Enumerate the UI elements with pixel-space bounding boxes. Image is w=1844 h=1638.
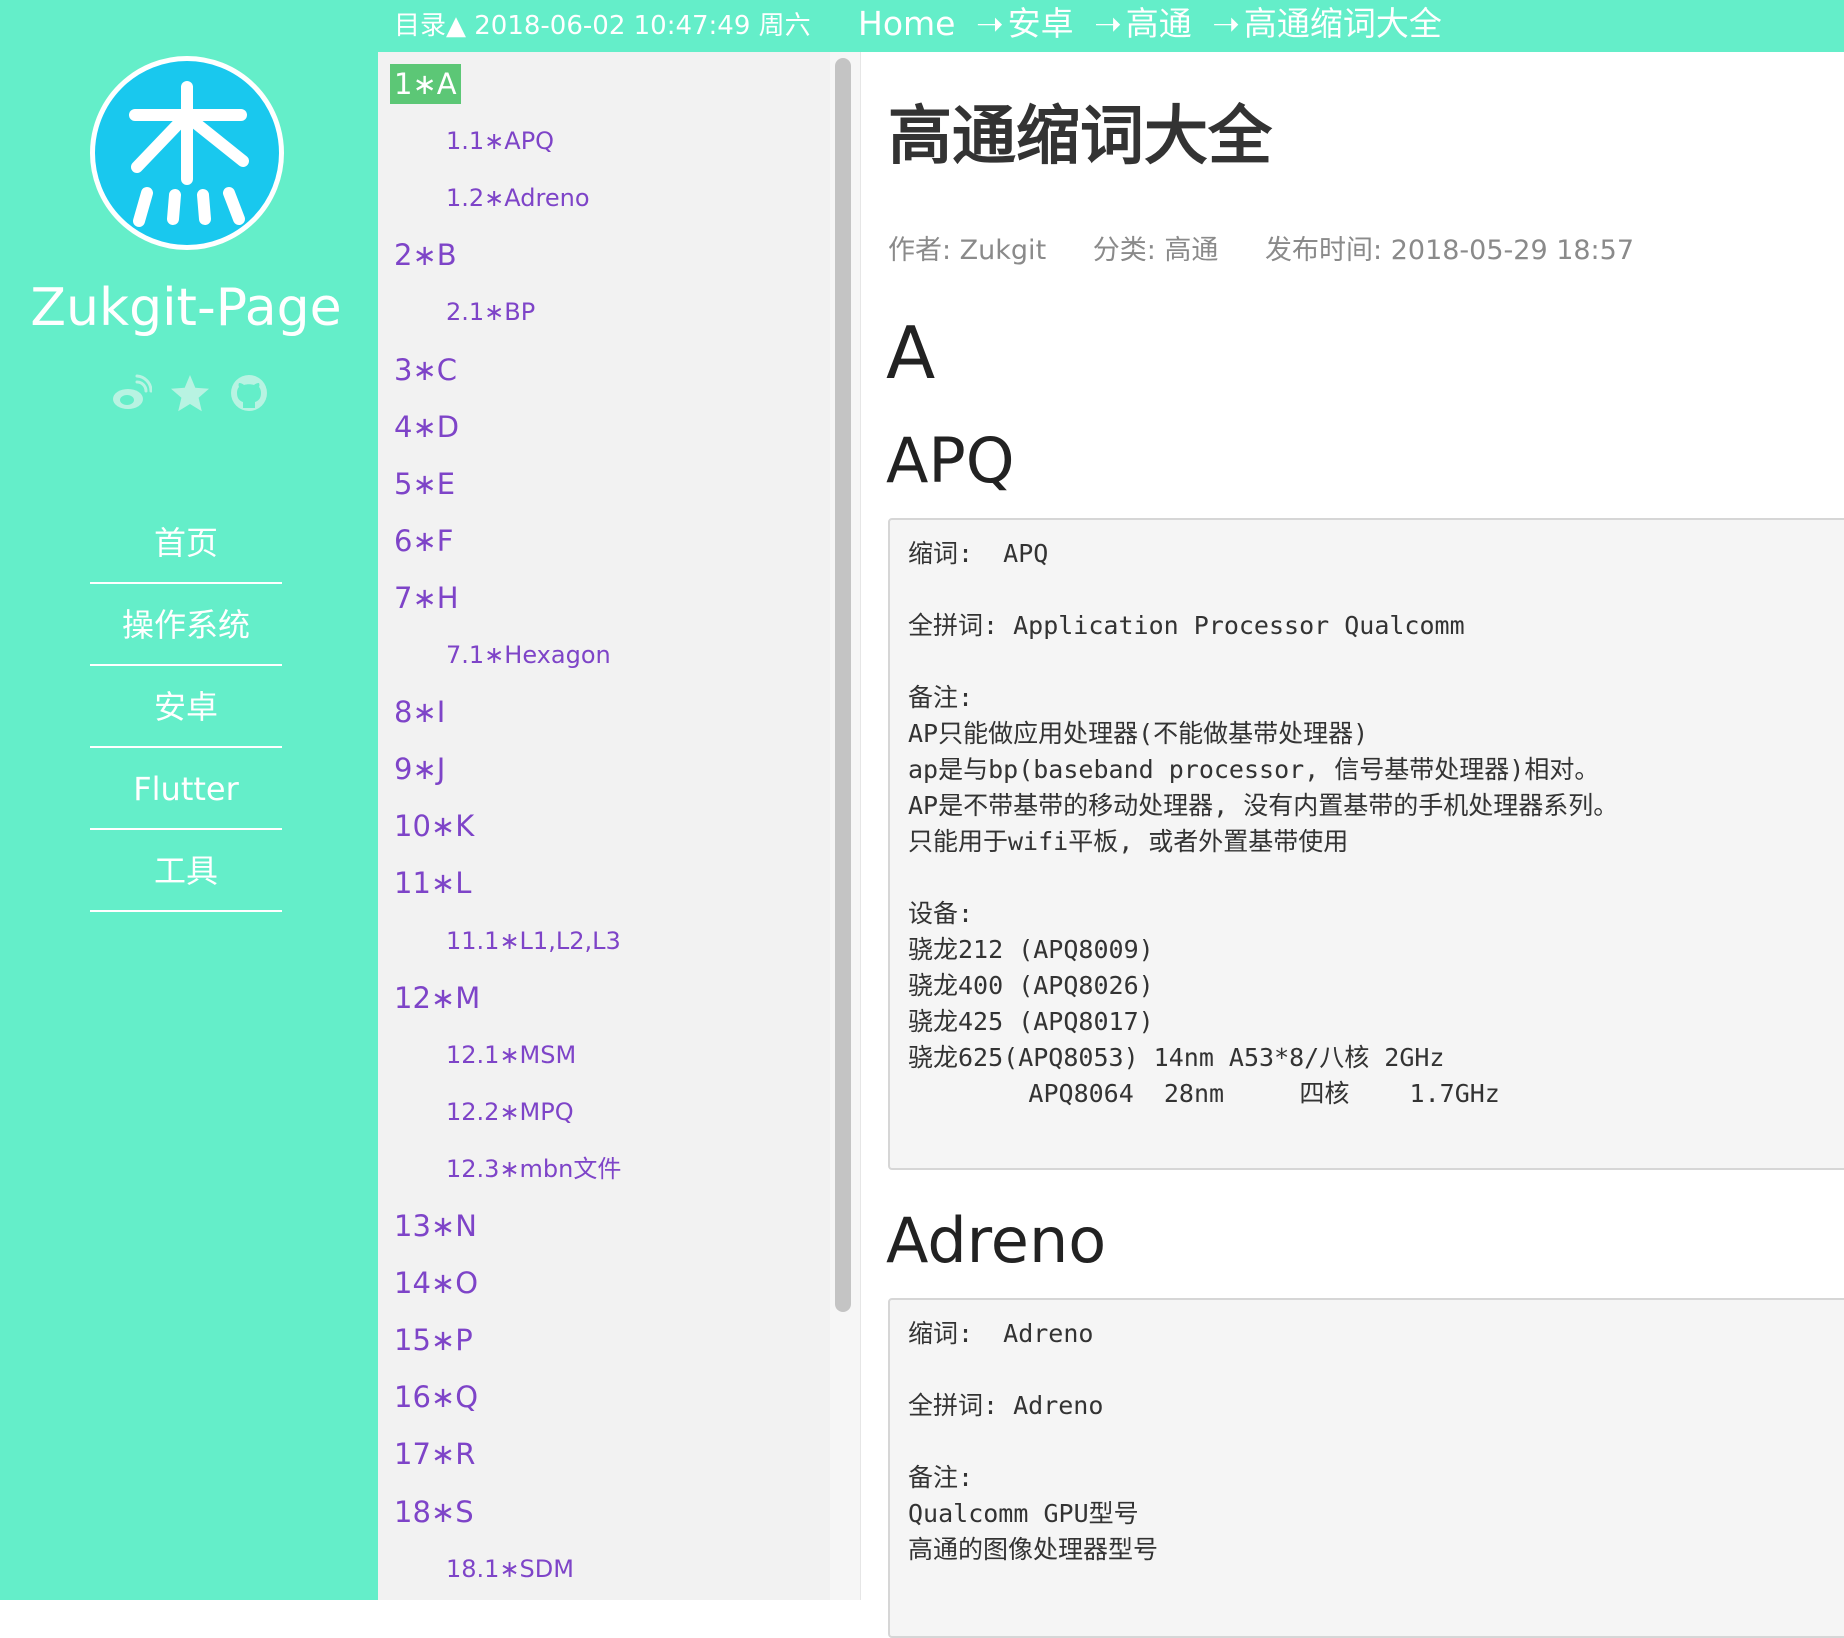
code-block-apq: 缩词: APQ 全拼词: Application Processor Qualco… [888, 518, 1844, 1170]
toc-subsection-link[interactable]: 18.1∗SDM [446, 1553, 574, 1585]
code-line: APQ8064 28nm 四核 1.7GHz [908, 1079, 1500, 1108]
subsection-heading-adreno: Adreno [886, 1204, 1107, 1277]
code-line: AP只能做应用处理器(不能做基带处理器) [908, 719, 1369, 748]
code-line: 缩词: Adreno [908, 1319, 1094, 1348]
breadcrumb: Home ➝ 安卓 ➝ 高通 ➝ 高通缩词大全 [858, 4, 1442, 44]
toc-subsection-link[interactable]: 1.1∗APQ [446, 125, 554, 157]
toc-subsection-link[interactable]: 2.1∗BP [446, 296, 535, 328]
code-line: 缩词: APQ [908, 539, 1049, 568]
code-line: 全拼词: Adreno [908, 1391, 1104, 1420]
toc-section-link[interactable]: 12∗M [390, 978, 484, 1018]
code-line: AP是不带基带的移动处理器, 没有内置基带的手机处理器系列。 [908, 791, 1619, 820]
toc-section-link[interactable]: 2∗B [390, 235, 461, 275]
toc-section-link[interactable]: 1∗A [390, 64, 461, 104]
toc-section-link[interactable]: 10∗K [390, 806, 478, 846]
code-line: 全拼词: Application Processor Qualcomm [908, 611, 1465, 640]
code-block-adreno: 缩词: Adreno 全拼词: Adreno 备注: Qualcomm GPU型号 高通… [888, 1298, 1844, 1638]
toc-section-link[interactable]: 9∗J [390, 749, 449, 789]
toc-section-link[interactable]: 17∗R [390, 1434, 479, 1474]
breadcrumb-separator-icon: ➝ [1212, 4, 1240, 43]
toc-subsection-link[interactable]: 12.3∗mbn文件 [446, 1153, 621, 1185]
code-line: 备注: [908, 1463, 974, 1492]
nav-tools[interactable]: 工具 [90, 830, 282, 912]
toc-section-link[interactable]: 16∗Q [390, 1377, 482, 1417]
toc-subsection-link[interactable]: 11.1∗L1,L2,L3 [446, 925, 621, 957]
toc-section-link[interactable]: 4∗D [390, 407, 463, 447]
main-nav: 首页 操作系统 安卓 Flutter 工具 [90, 502, 282, 912]
code-line: 备注: [908, 683, 974, 712]
breadcrumb-android[interactable]: 安卓 [1008, 4, 1074, 44]
sidebar: Zukgit-Page 首页 操作系统 安卓 Flutter 工具 [0, 52, 378, 1600]
breadcrumb-separator-icon: ➝ [975, 4, 1004, 43]
toc-section-link[interactable]: 7∗H [390, 578, 463, 618]
code-line: 骁龙212 (APQ8009) [908, 935, 1154, 964]
code-line: Qualcomm GPU型号 [908, 1499, 1139, 1528]
article-author: 作者: Zukgit [888, 235, 1047, 266]
toc-toggle[interactable]: 目录▲ 2018-06-02 10:47:49 周六 [394, 10, 811, 42]
toc-section-link[interactable]: 5∗E [390, 464, 459, 504]
weibo-icon[interactable] [110, 372, 153, 414]
top-bar: 目录▲ 2018-06-02 10:47:49 周六 Home ➝ 安卓 ➝ 高通 … [0, 0, 1844, 52]
breadcrumb-current: 高通缩词大全 [1243, 4, 1442, 43]
toc-subsection-link[interactable]: 7.1∗Hexagon [446, 639, 611, 671]
article: 高通缩词大全 作者: Zukgit 分类: 高通 发布时间: 2018-05-2… [860, 52, 1844, 1638]
toc-section-link[interactable]: 18∗S [390, 1492, 478, 1532]
nav-home[interactable]: 首页 [90, 502, 282, 584]
toc-section-link[interactable]: 6∗F [390, 521, 457, 561]
code-line: 只能用于wifi平板, 或者外置基带使用 [908, 827, 1349, 856]
toc-section-link[interactable]: 8∗I [390, 692, 449, 732]
nav-os[interactable]: 操作系统 [90, 584, 282, 666]
code-line: 骁龙625(APQ8053) 14nm A53*8/八核 2GHz [908, 1043, 1445, 1072]
article-title: 高通缩词大全 [888, 100, 1272, 174]
nav-android[interactable]: 安卓 [90, 666, 282, 748]
avatar[interactable] [90, 56, 284, 250]
subsection-heading-apq: APQ [886, 424, 1015, 497]
toc-subsection-link[interactable]: 12.1∗MSM [446, 1039, 576, 1071]
avatar-logo-icon [129, 81, 249, 227]
breadcrumb-qualcomm[interactable]: 高通 [1126, 4, 1192, 44]
star-icon[interactable] [169, 372, 211, 414]
toc-section-link[interactable]: 15∗P [390, 1320, 477, 1360]
social-links [110, 370, 270, 416]
code-line: 高通的图像处理器型号 [908, 1535, 1159, 1564]
section-heading-a: A [886, 311, 936, 395]
table-of-contents: 1∗A 1.1∗APQ 1.2∗Adreno 2∗B 2.1∗BP 3∗C 4∗D 5∗E 6∗… [378, 52, 830, 1600]
article-published-date: 发布时间: 2018-05-29 18:57 [1265, 235, 1635, 266]
toc-section-link[interactable]: 14∗O [390, 1263, 482, 1303]
toc-section-link[interactable]: 3∗C [390, 350, 461, 390]
toc-section-link[interactable]: 11∗L [390, 863, 475, 903]
toc-section-link[interactable]: 13∗N [390, 1206, 481, 1246]
toc-subsection-link[interactable]: 1.2∗Adreno [446, 182, 590, 214]
code-line: 骁龙425 (APQ8017) [908, 1007, 1154, 1036]
nav-flutter[interactable]: Flutter [90, 748, 282, 830]
toc-subsection-link[interactable]: 12.2∗MPQ [446, 1096, 574, 1128]
article-category[interactable]: 分类: 高通 [1093, 235, 1219, 266]
breadcrumb-home[interactable]: Home [858, 4, 955, 44]
toc-scrollbar-thumb[interactable] [835, 58, 851, 1312]
breadcrumb-separator-icon: ➝ [1094, 4, 1122, 43]
code-line: 骁龙400 (APQ8026) [908, 971, 1154, 1000]
article-meta: 作者: Zukgit 分类: 高通 发布时间: 2018-05-29 18:57 [888, 228, 1672, 267]
code-line: ap是与bp(baseband processor, 信号基带处理器)相对。 [908, 755, 1600, 784]
github-icon[interactable] [228, 372, 270, 414]
code-line: 设备: [908, 899, 974, 928]
site-title[interactable]: Zukgit-Page [0, 276, 372, 340]
